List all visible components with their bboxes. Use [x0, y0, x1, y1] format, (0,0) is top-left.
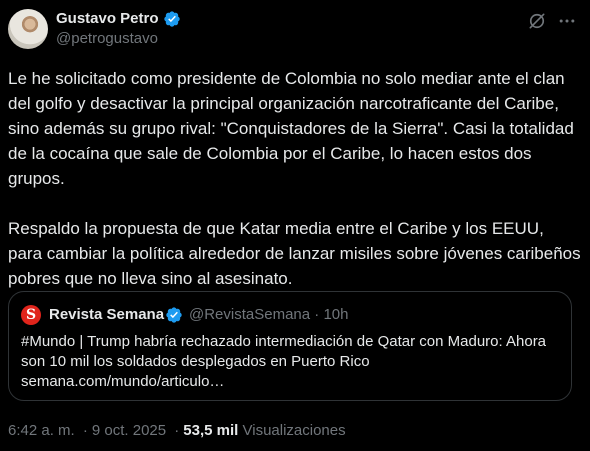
quote-author-handle[interactable]: @RevistaSemana	[189, 306, 310, 323]
tweet-time[interactable]: 6:42 a. m.	[8, 422, 75, 439]
views-count: 53,5 mil	[183, 422, 239, 439]
quote-verified-badge-icon	[166, 307, 182, 323]
quote-separator: ·	[314, 306, 320, 323]
author-handle[interactable]: @petrogustavo	[56, 30, 158, 48]
avatar[interactable]	[8, 9, 48, 49]
tweet-text: Le he solicitado como presidente de Colo…	[8, 69, 581, 288]
quote-logo[interactable]: S	[21, 305, 41, 325]
quote-time[interactable]: 10h	[323, 306, 348, 323]
quote-text: #Mundo | Trump habría rechazado intermed…	[21, 333, 547, 390]
quoted-tweet[interactable]: S Revista Semana @RevistaSemana · 10h #M…	[8, 291, 572, 401]
verified-badge-icon	[164, 11, 180, 27]
grok-icon[interactable]	[527, 11, 547, 31]
author-name[interactable]: Gustavo Petro	[56, 10, 159, 28]
tweet-footer: 6:42 a. m. · 9 oct. 2025 · 53,5 mil Visual…	[8, 422, 346, 440]
quote-meta: @RevistaSemana · 10h	[189, 306, 349, 324]
more-icon[interactable]	[556, 11, 578, 31]
footer-separator: ·	[82, 422, 88, 439]
tweet: Gustavo Petro @petrogustavo Le he solici…	[0, 0, 590, 451]
footer-separator: ·	[174, 422, 180, 439]
tweet-date[interactable]: 9 oct. 2025	[92, 422, 166, 439]
quote-author-name[interactable]: Revista Semana	[49, 306, 164, 324]
views-label: Visualizaciones	[242, 422, 346, 439]
